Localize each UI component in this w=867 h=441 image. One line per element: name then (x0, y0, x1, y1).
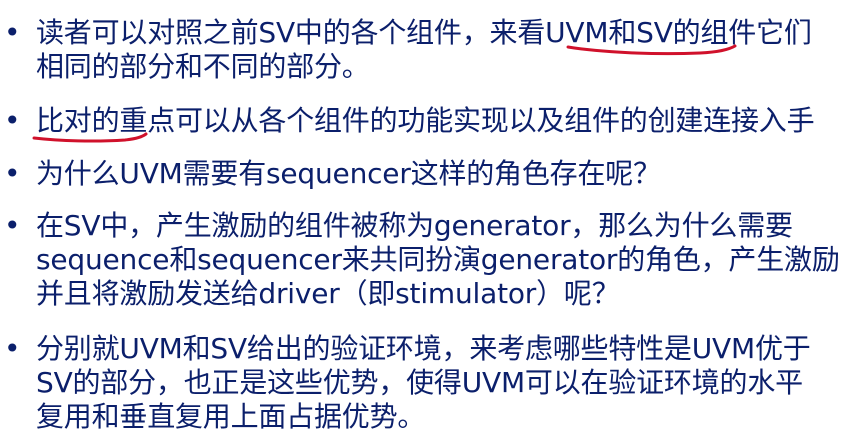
bullet-3-line-1: 为什么UVM需要有sequencer这样的角色存在呢？ (36, 157, 661, 190)
bullet-marker: • (4, 16, 21, 49)
bullet-marker: • (4, 209, 21, 242)
slide: • 读者可以对照之前SV中的各个组件，来看UVM和SV的组件它们 相同的部分和不… (0, 0, 867, 441)
bullet-text: 在SV中，产生激励的组件被称为generator，那么为什么需要 sequenc… (36, 209, 867, 311)
bullet-4-line-1: 在SV中，产生激励的组件被称为generator，那么为什么需要 (36, 209, 793, 242)
bullet-marker: • (4, 104, 21, 137)
bullet-marker: • (4, 157, 21, 190)
bullet-1-line-2: 相同的部分和不同的部分。 (36, 50, 370, 83)
bullet-4-line-3: 并且将激励发送给driver（即stimulator）呢？ (36, 277, 620, 310)
bullet-1-line-1: 读者可以对照之前SV中的各个组件，来看UVM和SV的组件它们 (36, 16, 812, 49)
bullet-5-line-1: 分别就UVM和SV给出的验证环境，来考虑哪些特性是UVM优于 (36, 332, 811, 365)
bullet-5-line-3: 复用和垂直复用上面占据优势。 (36, 400, 426, 433)
bullet-text: 为什么UVM需要有sequencer这样的角色存在呢？ (36, 157, 867, 191)
bullet-4-line-2: sequence和sequencer来共同扮演generator的角色，产生激励 (36, 243, 840, 276)
bullet-text: 分别就UVM和SV给出的验证环境，来考虑哪些特性是UVM优于 SV的部分，也正是… (36, 332, 867, 434)
bullet-marker: • (4, 332, 21, 365)
bullet-text: 读者可以对照之前SV中的各个组件，来看UVM和SV的组件它们 相同的部分和不同的… (36, 16, 867, 84)
bullet-2-line-1: 比对的重点可以从各个组件的功能实现以及组件的创建连接入手 (36, 104, 815, 137)
bullet-5-line-2: SV的部分，也正是这些优势，使得UVM可以在验证环境的水平 (36, 366, 803, 399)
bullet-text: 比对的重点可以从各个组件的功能实现以及组件的创建连接入手 (36, 104, 867, 138)
